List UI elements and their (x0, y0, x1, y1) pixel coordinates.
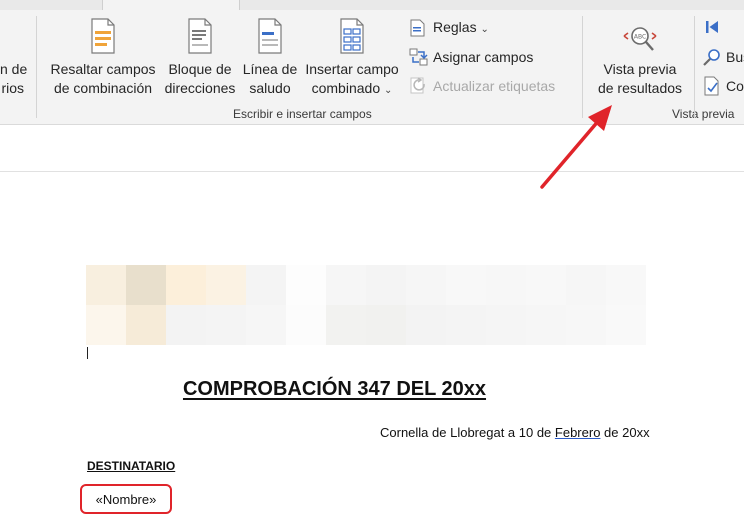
highlight-fields-icon (91, 18, 115, 54)
reglas-button[interactable]: Reglas ⌄ (409, 17, 579, 39)
cut-left-label-1: n de (0, 61, 28, 77)
address-block-icon (188, 18, 212, 54)
linea-label-1: Línea de (242, 61, 298, 77)
insert-merge-field-icon (340, 18, 364, 54)
bus-label: Bus (726, 49, 744, 65)
svg-text:ABC: ABC (634, 34, 646, 41)
ruler-area (0, 125, 744, 172)
find-recipient-icon (703, 49, 720, 66)
vista-label-1: Vista previa (603, 61, 677, 77)
active-tab[interactable] (102, 0, 240, 10)
separator (36, 16, 37, 118)
text-cursor (87, 347, 88, 359)
insertar-label-2: combinado (311, 80, 381, 96)
place-date-month: Febrero (554, 425, 601, 440)
resaltar-label-2: de combinación (53, 80, 153, 96)
separator (694, 16, 695, 118)
first-record-icon[interactable] (704, 19, 720, 35)
chevron-down-icon: ⌄ (384, 85, 393, 96)
insertar-label-1: Insertar campo (305, 61, 399, 77)
rules-icon (410, 19, 425, 37)
destinatario-heading: DESTINATARIO (87, 459, 176, 473)
bloque-label-1: Bloque de (168, 61, 232, 77)
insertar-campo-button[interactable]: Insertar campo combinado ⌄ (300, 16, 404, 100)
actualizar-etiquetas-button[interactable]: Actualizar etiquetas (409, 75, 579, 97)
blurred-logo-image (86, 265, 646, 345)
group-label-escribir: Escribir e insertar campos (233, 107, 372, 121)
comprobar-errores-button[interactable]: Co (702, 75, 744, 97)
asignar-campos-button[interactable]: Asignar campos (409, 46, 579, 68)
annotation-arrow-icon (540, 105, 612, 189)
greeting-line-icon (258, 18, 282, 54)
document-title: COMPROBACIÓN 347 DEL 20xx (182, 378, 487, 400)
buscar-destinatario-button[interactable]: Bus (702, 46, 744, 68)
check-errors-icon (704, 76, 719, 96)
vista-previa-resultados-button[interactable]: ABC Vista previa de resultados (590, 16, 690, 100)
nombre-merge-field[interactable]: «Nombre» (80, 484, 172, 514)
cut-left-button[interactable]: n de rios (0, 60, 28, 98)
preview-results-icon: ABC (623, 27, 657, 51)
bloque-label-2: direcciones (164, 80, 236, 96)
place-date-start: Cornella de Llobregat a 10 de (380, 425, 555, 440)
co-label: Co (726, 78, 744, 94)
place-date-end: de 20xx (600, 425, 650, 440)
chevron-down-icon: ⌄ (480, 24, 489, 35)
group-label-vista: Vista previa (672, 107, 735, 121)
linea-saludo-button[interactable]: Línea de saludo (240, 16, 300, 100)
actualizar-label: Actualizar etiquetas (433, 78, 556, 94)
cut-left-label-2: rios (1, 80, 24, 96)
asignar-label: Asignar campos (433, 49, 534, 65)
update-labels-icon (410, 77, 425, 94)
tab-strip-end (540, 0, 744, 10)
place-date-line: Cornella de Llobregat a 10 de Febrero de… (380, 425, 650, 440)
bloque-direcciones-button[interactable]: Bloque de direcciones (162, 16, 238, 100)
linea-label-2: saludo (249, 80, 291, 96)
resaltar-label-1: Resaltar campos (50, 61, 156, 77)
reglas-label: Reglas (433, 19, 477, 35)
match-fields-icon (409, 48, 428, 66)
nombre-field-text: «Nombre» (95, 491, 157, 507)
resaltar-campos-button[interactable]: Resaltar campos de combinación (44, 16, 162, 100)
